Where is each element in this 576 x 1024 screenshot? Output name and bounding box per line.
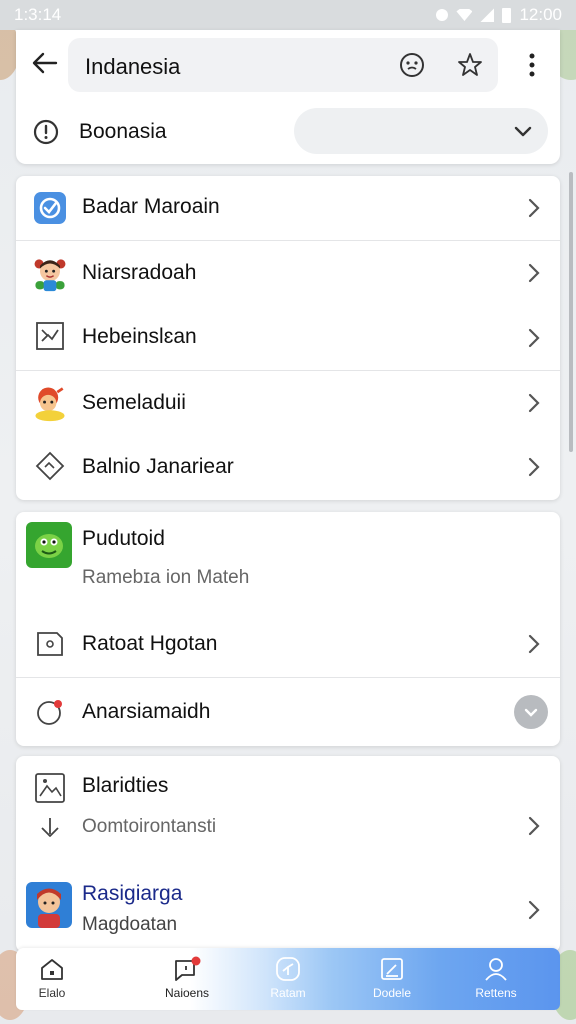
info-icon xyxy=(33,119,59,145)
list-item-label: Hebeinslɛan xyxy=(82,325,197,348)
status-time: 1:3:14 xyxy=(14,5,62,24)
cartoon-avatar-icon xyxy=(30,383,70,423)
nav-label: Elalo xyxy=(38,986,66,1000)
notification-dot-icon xyxy=(436,9,449,21)
list-item-subtitle: Oomtoirontansti xyxy=(82,816,217,837)
list-item[interactable]: Semeladuii xyxy=(16,371,560,435)
chevron-right-icon xyxy=(528,900,540,920)
region-label: Boonasia xyxy=(79,120,167,143)
chevron-right-icon xyxy=(528,393,540,413)
chevron-down-icon xyxy=(514,126,532,137)
list-item-label: Blaridties xyxy=(82,774,169,797)
list-item-label: Niarsradoah xyxy=(82,261,197,284)
nav-label: Dodele xyxy=(372,986,412,1000)
status-clock: 12:00 xyxy=(519,5,562,24)
page-title: Indanesia xyxy=(85,54,181,79)
shield-check-icon xyxy=(30,188,70,228)
chart-icon xyxy=(30,316,70,356)
back-arrow-icon xyxy=(32,52,58,74)
diamond-icon xyxy=(30,446,70,486)
settings-card: Pudutoid Ramebɪa ion Mateh Ratoat Hgotan… xyxy=(16,512,560,746)
region-dropdown[interactable] xyxy=(294,108,548,154)
wifi-icon xyxy=(456,9,473,21)
chevron-right-icon xyxy=(528,457,540,477)
nav-item-profile[interactable]: Rettens xyxy=(456,956,536,1006)
list-item[interactable]: Anarsiamaidh xyxy=(16,678,560,746)
list-item-label: Rasigiarga xyxy=(82,882,183,905)
message-icon xyxy=(30,624,70,664)
list-item[interactable]: Balnio Janariear xyxy=(16,436,560,500)
list-item[interactable]: Ratoat Hgotan xyxy=(16,612,560,676)
profile-icon xyxy=(485,958,507,981)
back-button[interactable] xyxy=(28,46,62,80)
edit-icon xyxy=(381,958,403,980)
arrow-down-icon xyxy=(41,818,59,837)
chevron-right-icon xyxy=(528,328,540,348)
nav-label: Ratam xyxy=(270,986,306,1000)
settings-card: Badar Maroain Niarsradoah Hebeinslɛan Se… xyxy=(16,176,560,500)
chevron-right-icon xyxy=(528,198,540,218)
search-bar[interactable]: Indanesia xyxy=(68,38,498,92)
list-item-label: Badar Maroain xyxy=(82,195,220,218)
list-item-label: Balnio Janariear xyxy=(82,455,234,478)
list-item[interactable]: Hebeinslɛan xyxy=(16,306,560,370)
chevron-right-icon xyxy=(528,263,540,283)
green-monster-icon xyxy=(26,522,72,568)
chevron-right-icon xyxy=(528,816,540,836)
nav-item-explore[interactable]: Ratam xyxy=(248,956,328,1006)
header-card: Indanesia Boonasia xyxy=(16,30,560,164)
nav-item-chat[interactable]: Naioens xyxy=(147,956,227,1006)
list-item[interactable]: Badar Maroain xyxy=(16,176,560,240)
list-item[interactable]: Blaridties Oomtoirontansti xyxy=(16,756,560,862)
nav-label: Rettens xyxy=(475,986,517,1000)
person-avatar-icon xyxy=(26,882,72,928)
more-vertical-icon xyxy=(529,53,535,77)
list-item-label: Semeladuii xyxy=(82,391,186,414)
chat-icon xyxy=(175,956,201,981)
home-icon xyxy=(41,959,63,980)
compass-icon xyxy=(276,957,300,981)
character-avatar-icon xyxy=(30,253,70,293)
emoji-button[interactable] xyxy=(398,51,426,79)
star-icon xyxy=(458,53,482,76)
more-options-button[interactable] xyxy=(520,48,544,82)
bottom-navigation: Elalo Naioens Ratam Dodele Rettens xyxy=(16,948,560,1010)
list-item[interactable]: Niarsradoah xyxy=(16,241,560,305)
nav-item-edit[interactable]: Dodele xyxy=(352,956,432,1006)
list-item[interactable]: Pudutoid Ramebɪa ion Mateh xyxy=(16,512,560,610)
settings-card: Blaridties Oomtoirontansti Rasigiarga Ma… xyxy=(16,756,560,952)
status-bar: 1:3:14 12:00 xyxy=(0,0,576,30)
list-item-label: Pudutoid xyxy=(82,527,165,550)
list-item-subtitle: Ramebɪa ion Mateh xyxy=(82,567,250,588)
battery-icon xyxy=(502,7,512,23)
chevron-down-icon xyxy=(524,708,538,717)
nav-item-home[interactable]: Elalo xyxy=(12,956,92,1006)
scrollbar[interactable] xyxy=(569,172,573,452)
list-item-label: Ratoat Hgotan xyxy=(82,632,218,655)
favorite-button[interactable] xyxy=(456,51,484,79)
smiley-icon xyxy=(400,53,424,77)
chevron-right-icon xyxy=(528,634,540,654)
expand-button[interactable] xyxy=(514,695,548,729)
image-icon xyxy=(30,768,70,808)
signal-icon xyxy=(480,8,495,22)
nav-label: Naioens xyxy=(164,986,210,1000)
list-item-label: Anarsiamaidh xyxy=(82,700,211,723)
alert-circle-icon xyxy=(30,692,70,732)
list-item-subtitle: Magdoatan xyxy=(82,914,178,935)
list-item[interactable]: Rasigiarga Magdoatan xyxy=(16,866,560,952)
